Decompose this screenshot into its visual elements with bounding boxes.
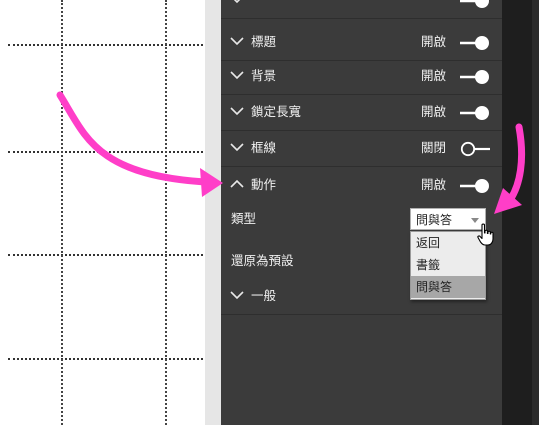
section-lock-aspect[interactable]: 鎖定長寬 開啟 bbox=[221, 94, 502, 131]
section-state: 開啟 bbox=[421, 177, 447, 192]
toggle-on-icon[interactable] bbox=[459, 69, 491, 85]
section-label: 動作 bbox=[251, 177, 277, 192]
chevron-down-icon bbox=[230, 107, 244, 116]
section-row-partial[interactable] bbox=[221, 0, 502, 19]
chevron-down-icon bbox=[230, 37, 244, 46]
dropdown-option-bookmark[interactable]: 書籤 bbox=[411, 254, 485, 276]
toggle-on-icon[interactable] bbox=[459, 0, 491, 9]
section-state: 開啟 bbox=[421, 34, 447, 49]
section-label: 一般 bbox=[251, 288, 277, 303]
canvas-gutter bbox=[205, 0, 221, 425]
chevron-down-icon bbox=[230, 71, 244, 80]
type-label: 類型 bbox=[231, 211, 257, 226]
canvas-gridline bbox=[165, 0, 167, 425]
section-label: 背景 bbox=[251, 68, 277, 83]
section-label: 鎖定長寬 bbox=[251, 104, 302, 119]
hand-pointer-icon bbox=[477, 223, 494, 246]
chevron-up-icon bbox=[230, 179, 244, 188]
dropdown-option-back[interactable]: 返回 bbox=[411, 232, 485, 254]
section-label: 標題 bbox=[251, 34, 277, 49]
chevron-down-icon bbox=[230, 291, 244, 300]
section-action[interactable]: 動作 開啟 bbox=[221, 167, 502, 204]
canvas-gridline bbox=[8, 358, 203, 360]
canvas-gridline bbox=[8, 254, 203, 256]
type-dropdown-menu: 返回 書籤 問與答 bbox=[410, 231, 486, 300]
window-edge bbox=[532, 0, 539, 425]
type-select[interactable]: 問與答 bbox=[410, 208, 486, 230]
report-canvas[interactable] bbox=[0, 0, 205, 425]
canvas-gridline bbox=[8, 44, 203, 46]
chevron-down-icon bbox=[230, 143, 244, 152]
reset-to-default-link[interactable]: 還原為預設 bbox=[231, 253, 294, 269]
toggle-on-icon[interactable] bbox=[459, 105, 491, 121]
toggle-on-icon[interactable] bbox=[459, 35, 491, 51]
section-state: 開啟 bbox=[421, 104, 447, 119]
section-border[interactable]: 框線 關閉 bbox=[221, 130, 502, 167]
section-state: 開啟 bbox=[421, 68, 447, 83]
canvas-gridline bbox=[8, 151, 203, 153]
toggle-on-icon[interactable] bbox=[459, 178, 491, 194]
format-pane: 標題 開啟 背景 開啟 鎖定長寬 開啟 框線 關閉 動作 開啟 類型 還原為預設… bbox=[221, 0, 502, 425]
type-select-value: 問與答 bbox=[416, 213, 453, 227]
section-label: 框線 bbox=[251, 140, 277, 155]
dropdown-option-qna[interactable]: 問與答 bbox=[411, 276, 485, 298]
canvas-gridline bbox=[61, 0, 63, 425]
section-title[interactable]: 標題 開啟 bbox=[221, 24, 502, 61]
section-background[interactable]: 背景 開啟 bbox=[221, 58, 502, 95]
toggle-off-icon[interactable] bbox=[459, 141, 491, 157]
section-state: 關閉 bbox=[421, 140, 447, 155]
chevron-down-icon bbox=[233, 0, 241, 4]
